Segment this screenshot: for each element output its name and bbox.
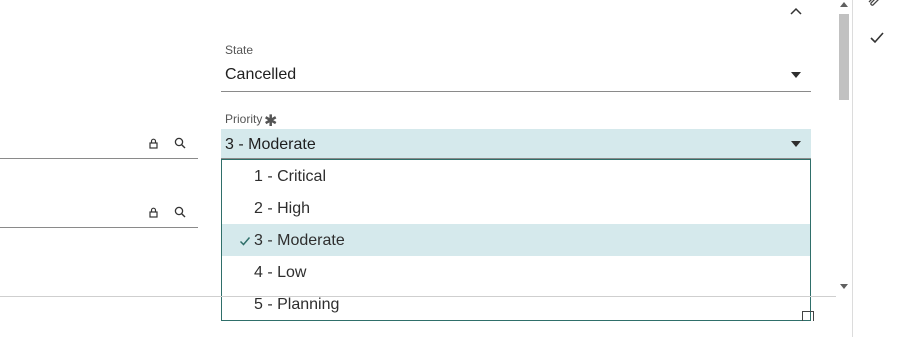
checkmark-icon: [239, 234, 251, 246]
priority-option[interactable]: 5 - Planning: [222, 288, 810, 320]
search-icon[interactable]: [173, 205, 187, 219]
section-divider: [0, 296, 836, 297]
priority-option[interactable]: 2 - High: [222, 192, 810, 224]
priority-select[interactable]: 3 - Moderate: [221, 129, 811, 159]
toolbar-icon[interactable]: [802, 311, 814, 321]
reference-field-2[interactable]: [0, 200, 198, 228]
scroll-down-icon[interactable]: [840, 284, 848, 289]
chevron-up-icon[interactable]: [786, 2, 806, 18]
scrollbar-thumb[interactable]: [839, 14, 849, 100]
lock-icon: [146, 205, 160, 219]
scroll-up-icon[interactable]: [840, 2, 848, 7]
checkmark-icon[interactable]: [869, 31, 885, 45]
caret-down-icon: [791, 141, 801, 147]
required-marker: ✱: [264, 113, 278, 130]
search-icon[interactable]: [173, 136, 187, 150]
caret-down-icon: [791, 72, 801, 78]
priority-label: Priority: [225, 112, 263, 126]
priority-option-selected[interactable]: 3 - Moderate: [222, 224, 810, 256]
state-select[interactable]: Cancelled: [221, 60, 811, 92]
paperclip-icon[interactable]: [866, 0, 884, 8]
reference-field-1[interactable]: [0, 131, 198, 159]
priority-value: 3 - Moderate: [225, 136, 316, 153]
priority-option[interactable]: 4 - Low: [222, 256, 810, 288]
right-rail-divider: [852, 0, 853, 337]
state-label: State: [225, 43, 254, 57]
state-value: Cancelled: [225, 66, 297, 83]
lock-icon: [146, 136, 160, 150]
priority-option[interactable]: 1 - Critical: [222, 160, 810, 192]
